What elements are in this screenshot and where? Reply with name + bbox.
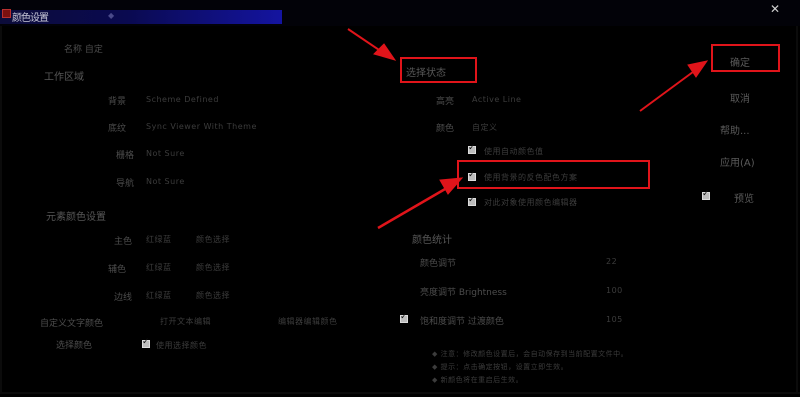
annotation-arrows (347, 28, 709, 230)
arrow-to-ok-button (639, 68, 698, 112)
arrow-to-inverse-scheme (377, 183, 453, 230)
arrow-head-selection-header (373, 43, 397, 61)
arrow-head-inverse-scheme (439, 177, 464, 195)
